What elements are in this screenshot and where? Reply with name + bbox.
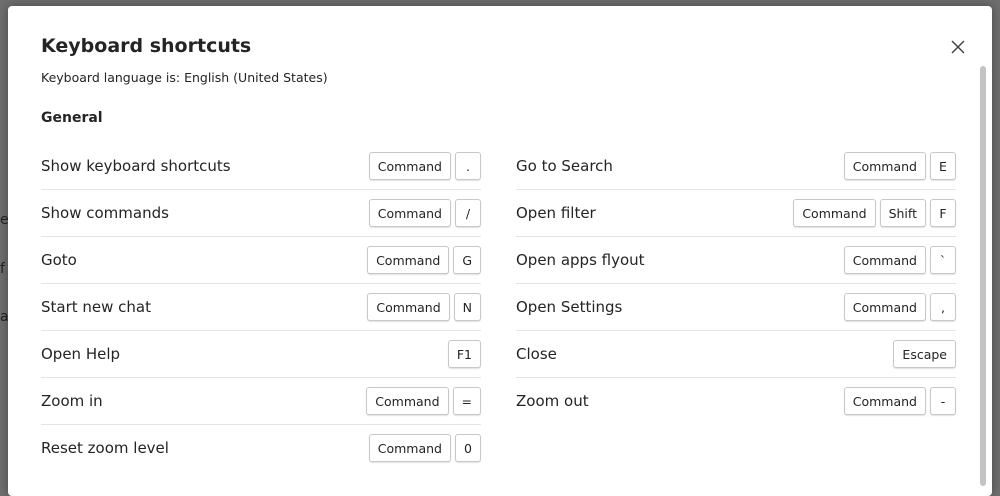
shortcut-keys: Command -: [843, 387, 956, 415]
key-badge: Command: [843, 387, 926, 415]
key-badge: Command: [367, 246, 450, 274]
shortcut-label: Zoom out: [516, 392, 589, 410]
shortcut-keys: Command,: [843, 293, 956, 321]
key-badge: .: [455, 152, 481, 180]
shortcut-label: Zoom in: [41, 392, 103, 410]
key-badge: /: [455, 199, 481, 227]
shortcut-label: Open Help: [41, 345, 121, 363]
shortcut-label: Close: [516, 345, 557, 363]
shortcut-row: Zoom out Command -: [516, 378, 956, 424]
shortcut-label: Show keyboard shortcuts: [41, 157, 231, 175]
key-badge: -: [930, 387, 956, 415]
shortcut-label: Open filter: [516, 204, 596, 222]
close-icon: [951, 40, 965, 54]
key-badge: ,: [930, 293, 956, 321]
keyboard-shortcuts-dialog: Keyboard shortcuts Keyboard language is:…: [8, 6, 992, 496]
key-badge: Command: [843, 293, 926, 321]
shortcut-row: Close Escape: [516, 331, 956, 378]
shortcut-keys: F1: [447, 340, 481, 368]
shortcut-label: Start new chat: [41, 298, 152, 316]
key-badge: F: [930, 199, 956, 227]
shortcut-label: Reset zoom level: [41, 439, 169, 457]
shortcut-row: Open Settings Command,: [516, 284, 956, 331]
key-badge: N: [453, 293, 481, 321]
shortcut-keys: Command 0: [368, 434, 481, 462]
key-badge: `: [930, 246, 956, 274]
dialog-title: Keyboard shortcuts: [41, 35, 252, 57]
shortcut-row: Goto Command G: [41, 237, 481, 284]
key-badge: E: [930, 152, 956, 180]
shortcut-keys: Command.: [368, 152, 481, 180]
shortcut-keys: Command /: [368, 199, 481, 227]
shortcut-keys: Escape: [893, 340, 956, 368]
key-badge: =: [452, 387, 481, 415]
shortcut-row: Go to Search Command E: [516, 143, 956, 190]
close-button[interactable]: [948, 37, 968, 57]
key-badge: Command: [368, 434, 451, 462]
background-text-fragment: e: [0, 212, 8, 228]
key-badge: F1: [447, 340, 481, 368]
shortcut-row: Open filter Command Shift F: [516, 190, 956, 237]
key-badge: Command: [843, 246, 926, 274]
shortcut-row: Show commands Command /: [41, 190, 481, 237]
shortcut-label: Open apps flyout: [516, 251, 645, 269]
key-badge: Shift: [879, 199, 926, 227]
key-badge: Command: [368, 152, 451, 180]
key-badge: 0: [455, 434, 481, 462]
shortcut-label: Open Settings: [516, 298, 623, 316]
section-title-general: General: [41, 110, 103, 126]
shortcut-keys: Command N: [367, 293, 481, 321]
key-badge: Command: [367, 293, 450, 321]
key-badge: Escape: [893, 340, 956, 368]
shortcut-keys: Command E: [843, 152, 956, 180]
key-badge: Command: [368, 199, 451, 227]
key-badge: G: [453, 246, 481, 274]
shortcut-row: Open apps flyout Command `: [516, 237, 956, 284]
keyboard-language-text: Keyboard language is: English (United St…: [41, 70, 328, 85]
key-badge: Command: [366, 387, 449, 415]
shortcut-keys: Command G: [367, 246, 481, 274]
key-badge: Command: [843, 152, 926, 180]
shortcut-label: Go to Search: [516, 157, 613, 175]
dialog-scrollbar[interactable]: [980, 66, 986, 486]
shortcut-row: Start new chat Command N: [41, 284, 481, 331]
shortcut-row: Reset zoom level Command 0: [41, 425, 481, 471]
key-badge: Command: [793, 199, 876, 227]
background-text-fragment: a: [0, 309, 8, 325]
shortcut-keys: Command `: [843, 246, 956, 274]
shortcut-label: Show commands: [41, 204, 169, 222]
shortcuts-column-right: Go to Search Command E Open filter Command Sh…: [516, 143, 956, 424]
shortcut-label: Goto: [41, 251, 77, 269]
shortcuts-column-left: Show keyboard shortcuts Command. Show comm…: [41, 143, 481, 471]
shortcut-keys: Command =: [366, 387, 481, 415]
shortcut-row: Zoom in Command =: [41, 378, 481, 425]
background-text-fragment: f: [0, 261, 5, 277]
shortcut-row: Show keyboard shortcuts Command.: [41, 143, 481, 190]
shortcut-row: Open Help F1: [41, 331, 481, 378]
shortcut-keys: Command Shift F: [793, 199, 956, 227]
